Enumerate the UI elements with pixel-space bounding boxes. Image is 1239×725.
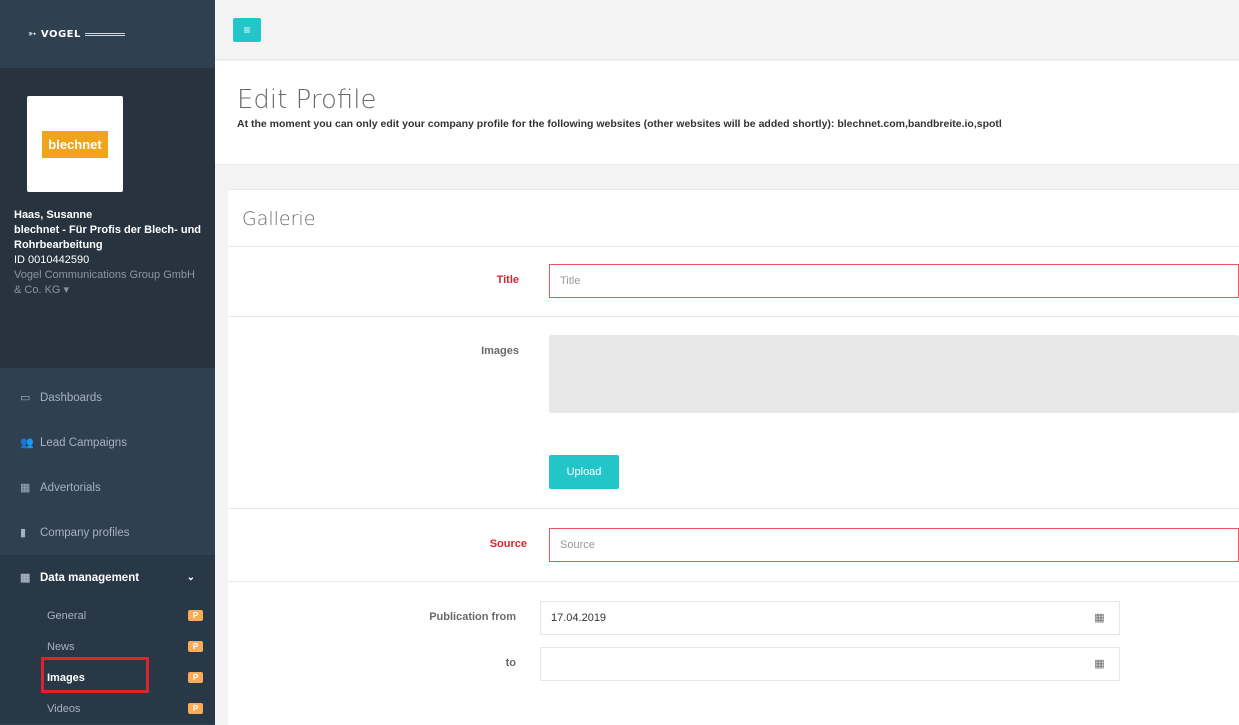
nav-advertorials[interactable]: ▦ Advertorials [0,465,215,510]
calendar-button[interactable]: ▦ [1080,601,1120,635]
publication-from-value: 17.04.2019 [551,612,607,624]
publication-to-input[interactable] [540,647,1081,681]
nav-company-profiles[interactable]: ▮ Company profiles [0,510,215,555]
images-highlight-box [41,657,149,693]
gallery-panel: Gallerie Title Title Images Upload Sourc… [228,189,1239,725]
source-placeholder: Source [560,539,595,551]
calendar-button[interactable]: ▦ [1080,647,1120,681]
subnav-general[interactable]: General P [0,600,215,631]
images-dropzone[interactable] [549,335,1239,413]
title-placeholder: Title [560,275,581,287]
sidebar: ➳ VOGEL blechnet Haas, Susanne blechnet … [0,0,215,725]
page-title: Edit Profile [237,85,377,115]
logo-text: VOGEL [40,28,81,40]
hamburger-icon: ≡ [243,23,251,37]
nav-label: Lead Campaigns [40,436,127,449]
source-input[interactable]: Source [549,528,1239,562]
nav-label: Dashboards [40,391,103,404]
divider [228,508,1239,509]
nav-lead-campaigns[interactable]: 👥 Lead Campaigns [0,420,215,465]
monitor-icon: ▭ [20,392,31,404]
publication-from-input[interactable]: 17.04.2019 [540,601,1081,635]
nav-label: Data management [40,571,140,584]
logo-bird-icon: ➳ [28,28,37,40]
nav-label: Company profiles [40,526,130,539]
users-icon: 👥 [20,437,34,449]
hamburger-menu-button[interactable]: ≡ [233,18,261,42]
user-name: Haas, Susanne [14,209,93,221]
user-company: blechnet - Für Profis der Blech- und Roh… [14,224,202,251]
images-label: Images [481,345,519,357]
premium-badge: P [188,672,203,683]
premium-badge: P [188,703,203,714]
premium-badge: P [188,610,203,621]
divider [228,316,1239,317]
logo-lines [84,32,125,36]
vogel-logo[interactable]: ➳ VOGEL [28,29,125,40]
upload-label: Upload [566,466,602,478]
nav-label: Advertorials [40,481,101,494]
nav-data-management[interactable]: ▦ Data management ⌄ [0,555,215,600]
company-logo-text: blechnet [42,130,108,158]
profile-panel: blechnet Haas, Susanne blechnet - Für Pr… [0,68,215,368]
user-org-dropdown[interactable]: Vogel Communications Group GmbH & Co. KG… [14,268,204,298]
title-label: Title [496,274,519,286]
source-label: Source [489,538,527,550]
calendar-icon: ▦ [1094,658,1105,670]
caret-down-icon: ▾ [63,284,70,296]
to-label: to [505,657,516,669]
user-org: Vogel Communications Group GmbH & Co. KG [14,269,195,296]
subnav-label: Videos [47,702,81,715]
company-logo: blechnet [27,96,123,192]
subnav-label: General [47,609,87,622]
publication-from-label: Publication from [429,611,516,623]
upload-button[interactable]: Upload [549,455,619,489]
calendar-icon: ▦ [1094,612,1105,624]
nav-dashboards[interactable]: ▭ Dashboards [0,375,215,420]
chevron-down-icon: ⌄ [186,572,195,583]
top-navbar: ≡ [215,0,1239,60]
user-id: ID 0010442590 [14,254,90,266]
grid-icon: ▦ [20,572,31,584]
page-heading: Edit Profile At the moment you can only … [215,61,1239,165]
brand-logo-bar: ➳ VOGEL [0,0,215,68]
divider [228,581,1239,582]
subnav-label: News [47,640,75,653]
profile-info: Haas, Susanne blechnet - Für Profis der … [14,208,204,298]
title-input[interactable]: Title [549,264,1239,298]
section-title: Gallerie [242,208,316,230]
premium-badge: P [188,641,203,652]
bar-chart-icon: ▮ [20,527,27,539]
subnav-videos[interactable]: Videos P [0,693,215,724]
table-icon: ▦ [20,482,31,494]
divider [228,246,1239,247]
page-description: At the moment you can only edit your com… [237,118,1002,130]
